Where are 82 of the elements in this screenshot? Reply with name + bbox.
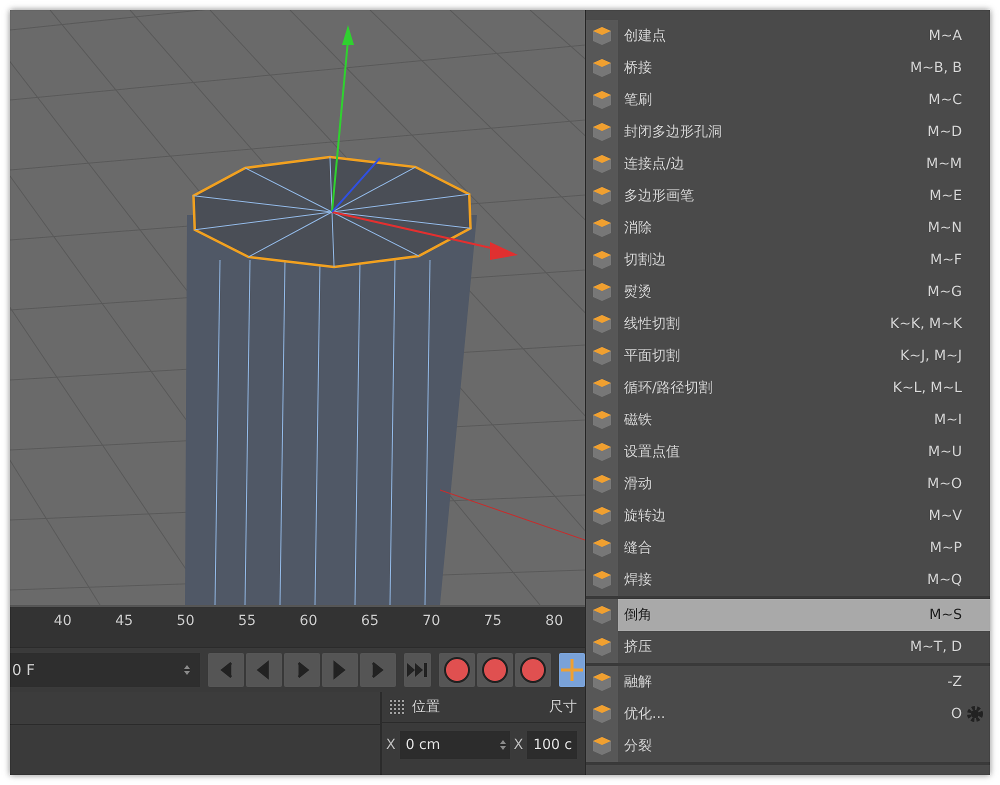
- cube-icon: [590, 635, 614, 659]
- frame-number: 50: [176, 613, 196, 629]
- playback-button[interactable]: [322, 653, 358, 687]
- frame-number: 60: [298, 613, 318, 629]
- menu-item[interactable]: 倒角 M~S: [586, 599, 990, 631]
- cube-icon: [590, 152, 614, 176]
- menu-item[interactable]: 笔刷 M~C: [586, 84, 990, 116]
- skip-to-end-button[interactable]: [404, 653, 431, 687]
- axis-label: X: [514, 737, 524, 753]
- frame-number: 80: [544, 613, 564, 629]
- playback-button[interactable]: [208, 653, 244, 687]
- playback-button[interactable]: [246, 653, 282, 687]
- cube-icon: [590, 408, 614, 432]
- menu-item[interactable]: 切割边 M~F: [586, 244, 990, 276]
- frame-number: 55: [237, 613, 257, 629]
- menu-item[interactable]: 焊接 M~Q: [586, 564, 990, 596]
- menu-item[interactable]: 熨烫 M~G: [586, 276, 990, 308]
- menu-item[interactable]: 旋转边 M~V: [586, 500, 990, 532]
- cube-icon: [590, 24, 614, 48]
- record-button[interactable]: [514, 653, 551, 687]
- move-tool-button[interactable]: [558, 653, 586, 687]
- frame-field[interactable]: 0 F: [10, 653, 200, 687]
- panel-title: 尺寸: [549, 698, 577, 716]
- playback-button[interactable]: [284, 653, 320, 687]
- frame-number: 70: [421, 613, 442, 629]
- frame-number: 75: [482, 613, 503, 629]
- cube-icon: [590, 120, 614, 144]
- menu-item[interactable]: 融解 -Z: [586, 666, 990, 698]
- record-icon: [482, 657, 508, 683]
- settings-icon[interactable]: [966, 705, 984, 723]
- menu-item[interactable]: 消除 M~N: [586, 212, 990, 244]
- frame-number: 45: [114, 613, 134, 629]
- menu-item[interactable]: 创建点 M~A: [586, 20, 990, 52]
- cube-icon: [590, 536, 614, 560]
- cube-icon: [590, 440, 614, 464]
- cube-icon: [590, 670, 614, 694]
- menu-item[interactable]: 平面切割 K~J, M~J: [586, 340, 990, 372]
- move-icon: [558, 657, 585, 683]
- cube-icon: [590, 248, 614, 272]
- cube-icon: [590, 184, 614, 208]
- menu-item[interactable]: 优化... O: [586, 698, 990, 730]
- cube-icon: [590, 344, 614, 368]
- menu-item[interactable]: 封闭多边形孔洞 M~D: [586, 116, 990, 148]
- playback-button[interactable]: [360, 653, 396, 687]
- cube-icon: [590, 56, 614, 80]
- cube-icon: [590, 603, 614, 627]
- menu-item[interactable]: 滑动 M~O: [586, 468, 990, 500]
- menu-item[interactable]: 磁铁 M~I: [586, 404, 990, 436]
- cube-icon: [590, 376, 614, 400]
- menu-item[interactable]: 连接点/边 M~M: [586, 148, 990, 180]
- timeline-ruler[interactable]: 40 45 50 55 60 65 70 75 80: [10, 605, 585, 647]
- record-button[interactable]: [476, 653, 513, 687]
- cube-icon: [590, 88, 614, 112]
- frame-number: 40: [52, 613, 73, 629]
- record-icon: [444, 657, 470, 683]
- cube-icon: [590, 216, 614, 240]
- frame-number: 65: [360, 613, 380, 629]
- cube-icon: [590, 312, 614, 336]
- cube-icon: [590, 472, 614, 496]
- spinner-icon[interactable]: [184, 664, 190, 676]
- cube-icon: [590, 702, 614, 726]
- grid-dots-icon: [390, 700, 404, 714]
- cube-icon: [590, 734, 614, 758]
- menu-item[interactable]: 缝合 M~P: [586, 532, 990, 564]
- cube-icon: [590, 280, 614, 304]
- panel-title: 位置: [412, 698, 440, 716]
- record-button[interactable]: [438, 653, 475, 687]
- menu-item[interactable]: 线性切割 K~K, M~K: [586, 308, 990, 340]
- size-field[interactable]: 100 c: [527, 731, 578, 759]
- position-field[interactable]: 0 cm: [400, 731, 510, 759]
- menu-item[interactable]: 循环/路径切割 K~L, M~L: [586, 372, 990, 404]
- menu-item[interactable]: 多边形画笔 M~E: [586, 180, 990, 212]
- menu-item[interactable]: 挤压 M~T, D: [586, 631, 990, 663]
- cube-icon: [590, 504, 614, 528]
- menu-item[interactable]: 桥接 M~B, B: [586, 52, 990, 84]
- menu-item[interactable]: 分裂: [586, 730, 990, 762]
- cube-icon: [590, 568, 614, 592]
- spinner-icon[interactable]: [500, 739, 506, 751]
- axis-label: X: [386, 737, 396, 753]
- skip-to-end-icon: [405, 660, 430, 680]
- menu-item[interactable]: 设置点值 M~U: [586, 436, 990, 468]
- record-icon: [520, 657, 546, 683]
